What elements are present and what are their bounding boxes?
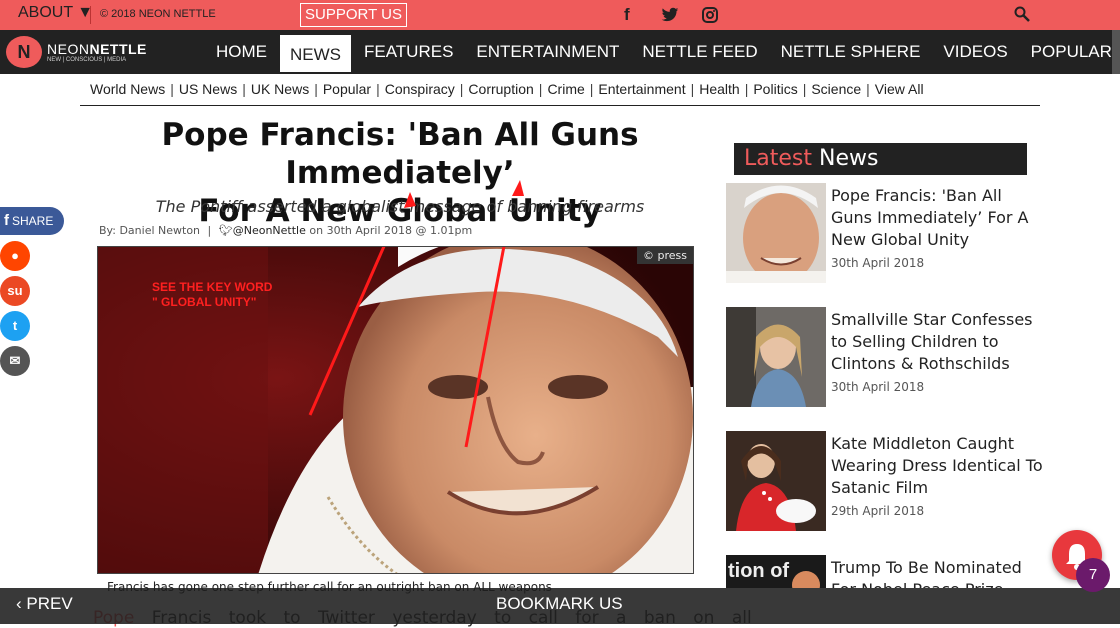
bottom-bar: ‹ PREV BOOKMARK US [0,588,1120,624]
logo-tagline: NEW | CONSCIOUS | MEDIA [47,57,127,63]
news-thumbnail[interactable] [726,307,826,407]
news-thumbnail[interactable] [726,431,826,531]
reddit-share-button[interactable]: ● [0,241,30,271]
email-icon: ✉ [9,353,21,368]
subnav-politics[interactable]: Politics [753,81,797,97]
copyright-text: © 2018 NEON NETTLE [100,8,216,20]
top-bar: ABOUT ▼ © 2018 NEON NETTLE SUPPORT US f [0,0,1120,30]
nav-item-videos[interactable]: VIDEOS [933,30,1017,74]
news-date: 30th April 2018 [831,380,925,394]
subnav-corruption[interactable]: Corruption [468,81,533,97]
latest-news-item[interactable]: tion of Trump To Be Nominated For Nobel … [726,555,1056,588]
instagram-icon[interactable] [702,7,718,23]
latest-news-item[interactable]: Pope Francis: 'Ban All Guns Immediately’… [726,183,1056,283]
subnav-popular[interactable]: Popular [323,81,371,97]
category-subnav: World News | US News | UK News | Popular | Consp… [80,76,1040,106]
nav-items: HOME NEWS FEATURES ENTERTAINMENT NETTLE … [206,30,1120,74]
subnav-world-news[interactable]: World News [90,81,165,97]
reddit-icon: ● [11,248,19,263]
email-share-button[interactable]: ✉ [0,346,30,376]
stumbleupon-share-button[interactable]: su [0,276,30,306]
twitter-icon: t [12,318,18,333]
logo-text: NEONNETTLE NEW | CONSCIOUS | MEDIA [47,41,147,63]
photo-credit: © press [637,247,693,264]
facebook-icon: f [4,212,9,229]
support-us-button[interactable]: SUPPORT US [300,3,407,27]
twitter-icon[interactable] [661,7,679,23]
twitter-handle[interactable]: 🐦︎@NeonNettle [219,224,306,237]
heading-rest: News [819,146,879,171]
news-title[interactable]: Trump To Be Nominated For Nobel Peace Pr… [831,557,1046,588]
subnav-health[interactable]: Health [699,81,739,97]
news-title[interactable]: Smallville Star Confesses to Selling Chi… [831,309,1046,375]
thumbnail-text: tion of [728,560,789,582]
nav-item-nettle-feed[interactable]: NETTLE FEED [632,30,767,74]
twitter-share-button[interactable]: t [0,311,30,341]
subnav-uk-news[interactable]: UK News [251,81,309,97]
latest-news-item[interactable]: Smallville Star Confesses to Selling Chi… [726,307,1056,407]
search-icon[interactable] [1014,6,1030,22]
stumbleupon-icon: su [7,283,23,298]
share-label: SHARE [12,214,54,228]
subnav-science[interactable]: Science [811,81,861,97]
facebook-share-button[interactable]: f SHARE [0,207,64,235]
facebook-icon[interactable]: f [624,5,630,25]
nav-item-popular[interactable]: POPULAR [1021,30,1120,74]
subnav-entertainment[interactable]: Entertainment [598,81,685,97]
nav-item-home[interactable]: HOME [206,30,277,74]
site-logo[interactable]: N NEONNETTLE NEW | CONSCIOUS | MEDIA [6,36,147,68]
notification-count-badge[interactable]: 7 [1076,558,1110,592]
about-menu[interactable]: ABOUT ▼ [18,4,93,22]
logo-name-bold: NETTLE [89,41,147,57]
divider [90,6,91,24]
news-date: 29th April 2018 [831,504,925,518]
logo-name-light: NEON [47,41,90,57]
latest-news-heading: Latest News [734,143,1027,175]
news-date: 30th April 2018 [831,256,925,270]
nav-item-features[interactable]: FEATURES [354,30,463,74]
photo-annotation: SEE THE KEY WORD " GLOBAL UNITY" [152,280,273,309]
subnav-crime[interactable]: Crime [547,81,584,97]
prev-button[interactable]: ‹ PREV [16,594,73,614]
twitter-icon: 🐦︎ [218,224,233,237]
author[interactable]: By: Daniel Newton [99,224,200,237]
annotation-arrowheads [404,180,524,208]
subnav-us-news[interactable]: US News [179,81,237,97]
news-thumbnail[interactable]: tion of [726,555,826,588]
news-title[interactable]: Pope Francis: 'Ban All Guns Immediately’… [831,185,1046,251]
news-title[interactable]: Kate Middleton Caught Wearing Dress Iden… [831,433,1046,499]
nav-item-nettle-sphere[interactable]: NETTLE SPHERE [771,30,931,74]
main-navigation: N NEONNETTLE NEW | CONSCIOUS | MEDIA HOM… [0,30,1120,74]
news-thumbnail[interactable] [726,183,826,283]
latest-news-item[interactable]: Kate Middleton Caught Wearing Dress Iden… [726,431,1056,531]
scrollbar[interactable] [1112,30,1120,74]
logo-mark: N [6,36,42,68]
subnav-view-all[interactable]: View All [875,81,924,97]
nav-item-entertainment[interactable]: ENTERTAINMENT [466,30,629,74]
bookmark-button[interactable]: BOOKMARK US [496,594,623,614]
subnav-conspiracy[interactable]: Conspiracy [385,81,455,97]
heading-accent: Latest [744,146,812,171]
nav-item-news[interactable]: NEWS [280,35,351,72]
